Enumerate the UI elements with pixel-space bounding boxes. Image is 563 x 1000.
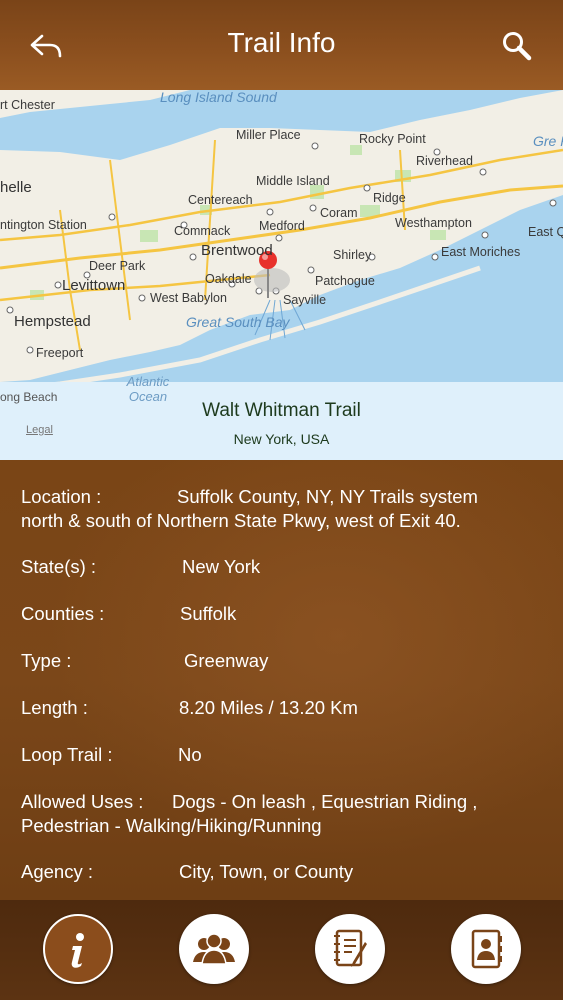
- map-label: West Babylon: [150, 291, 227, 305]
- detail-label: Loop Trail :: [21, 744, 113, 765]
- tab-bar: [0, 900, 563, 1000]
- map-label: Deer Park: [89, 259, 146, 273]
- detail-value: Pedestrian - Walking/Hiking/Running: [21, 815, 322, 836]
- map-label: Gre Pec Ba: [533, 133, 563, 149]
- map-label: Oakdale: [205, 272, 252, 286]
- map-label: helle: [0, 179, 32, 196]
- map-label: Patchogue: [315, 274, 375, 288]
- map-label: Centereach: [188, 193, 253, 207]
- map-label: East Moriches: [441, 245, 521, 259]
- detail-label: Agency :: [21, 861, 93, 882]
- map-label: Great South Bay: [186, 314, 290, 330]
- map-label: Long Island Sound: [160, 90, 277, 105]
- contacts-icon: [471, 929, 502, 969]
- detail-value: No: [178, 744, 202, 765]
- tab-contacts[interactable]: [451, 914, 521, 984]
- detail-value: Suffolk County, NY, NY Trails system: [177, 486, 478, 507]
- detail-label: Location :: [21, 486, 102, 507]
- map-label: Ridge: [373, 191, 406, 205]
- map-label: rt Chester: [0, 98, 55, 112]
- detail-label: Allowed Uses :: [21, 791, 144, 812]
- page-title: Trail Info: [227, 27, 336, 58]
- info-icon: [71, 933, 84, 968]
- tab-info[interactable]: [43, 914, 113, 984]
- map-label: Brentwood: [201, 242, 273, 259]
- trail-details: Location : Suffolk County, NY, NY Trails…: [0, 460, 563, 900]
- detail-label: Length :: [21, 697, 88, 718]
- detail-value: New York: [182, 556, 261, 577]
- tab-notes[interactable]: [315, 914, 385, 984]
- trail-place: New York, USA: [233, 431, 330, 447]
- detail-label: Type :: [21, 650, 72, 671]
- detail-value: Dogs - On leash , Equestrian Riding ,: [172, 791, 478, 812]
- trail-name: Walt Whitman Trail: [202, 400, 361, 421]
- map-label: Hempstead: [14, 313, 91, 330]
- detail-value: 8.20 Miles / 13.20 Km: [179, 697, 358, 718]
- map-label: East Q: [528, 225, 563, 239]
- map-label: Levittown: [62, 277, 126, 294]
- map-label: Westhampton: [395, 216, 472, 230]
- map-label: Riverhead: [416, 154, 473, 168]
- map-label: Commack: [174, 224, 231, 238]
- tab-community[interactable]: [179, 914, 249, 984]
- map-label: Freeport: [36, 346, 84, 360]
- map-label: ntington Station: [0, 218, 87, 232]
- detail-value: Greenway: [184, 650, 269, 671]
- detail-value: Suffolk: [180, 603, 237, 624]
- map-label: Shirley: [333, 248, 372, 262]
- detail-label: Counties :: [21, 603, 105, 624]
- search-icon[interactable]: [501, 30, 533, 62]
- trail-map[interactable]: rt Chester Long Island Sound Miller Plac…: [0, 90, 563, 382]
- detail-value: north & south of Northern State Pkwy, we…: [21, 510, 461, 531]
- detail-value: City, Town, or County: [179, 861, 354, 882]
- map-label: Middle Island: [256, 174, 330, 188]
- group-icon: [193, 933, 235, 965]
- map-label: Medford: [259, 219, 305, 233]
- trail-info-card: ong Beach Atlantic Ocean Legal Walt Whit…: [0, 374, 563, 460]
- notes-icon: [334, 929, 367, 967]
- map-label: Miller Place: [236, 128, 301, 142]
- map-label: Sayville: [283, 293, 327, 307]
- detail-label: State(s) :: [21, 556, 97, 577]
- nav-header: Trail Info: [0, 0, 563, 90]
- map-label: Rocky Point: [359, 132, 426, 146]
- map-label: Coram: [320, 206, 358, 220]
